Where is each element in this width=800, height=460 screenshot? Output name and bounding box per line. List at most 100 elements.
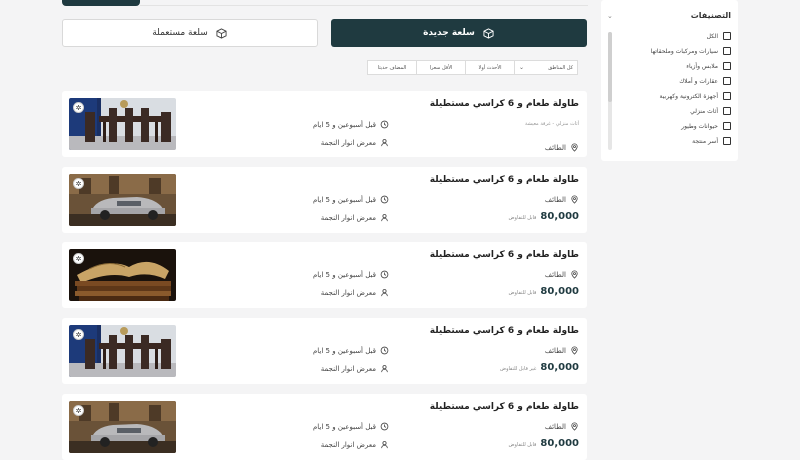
sidebar-scrollbar[interactable] bbox=[608, 32, 612, 150]
user-icon bbox=[380, 364, 389, 373]
listing-card[interactable]: ✲ طاولة طعام و 6 كراسي مستطيلة الطائف 80… bbox=[62, 394, 587, 460]
user-icon bbox=[380, 138, 389, 147]
category-label: ملابس وأزياء bbox=[686, 62, 718, 70]
location-pin-icon bbox=[570, 346, 579, 355]
sort-cheapest-button[interactable]: الأقل سعرا bbox=[416, 60, 466, 75]
listing-location: الطائف bbox=[545, 346, 579, 355]
listing-price: 80,000 قابل للتفاوض bbox=[509, 438, 579, 449]
favorite-icon[interactable]: ✲ bbox=[73, 102, 84, 113]
listing-card[interactable]: ✲ طاولة طعام و 6 كراسي مستطيلة الطائف 80… bbox=[62, 167, 587, 233]
favorite-icon[interactable]: ✲ bbox=[73, 253, 84, 264]
listing-image[interactable]: ✲ bbox=[69, 249, 176, 301]
listing-title[interactable]: طاولة طعام و 6 كراسي مستطيلة bbox=[430, 175, 579, 185]
listing-location-text: الطائف bbox=[544, 270, 566, 279]
location-pin-icon bbox=[570, 422, 579, 431]
scrollbar-thumb[interactable] bbox=[608, 32, 612, 102]
listing-image[interactable]: ✲ bbox=[69, 98, 176, 150]
category-productive-families[interactable]: أسر منتجة bbox=[692, 137, 731, 145]
favorite-icon[interactable]: ✲ bbox=[73, 405, 84, 416]
category-real-estate[interactable]: عقارات و أملاك bbox=[679, 77, 731, 85]
category-label: أسر منتجة bbox=[692, 137, 718, 145]
listing-seller[interactable]: معرض انوار النجمة bbox=[321, 364, 389, 373]
listing-title[interactable]: طاولة طعام و 6 كراسي مستطيلة bbox=[430, 250, 579, 260]
checkbox[interactable] bbox=[723, 32, 731, 40]
checkbox[interactable] bbox=[723, 77, 731, 85]
listing-seller-text: معرض انوار النجمة bbox=[320, 440, 376, 449]
listing-location-text: الطائف bbox=[544, 195, 566, 204]
favorite-icon[interactable]: ✲ bbox=[73, 329, 84, 340]
category-cars[interactable]: سيارات ومركبات وملحقاتها bbox=[651, 47, 731, 55]
listing-price: 80,000 غير قابل للتفاوض bbox=[500, 362, 579, 373]
category-label: عقارات و أملاك bbox=[679, 77, 718, 85]
listing-seller[interactable]: معرض انوار النجمة bbox=[321, 138, 389, 147]
listing-card[interactable]: ✲ طاولة طعام و 6 كراسي مستطيلة أثاث منزل… bbox=[62, 91, 587, 157]
category-label: أجهزة الكترونية وكهربية bbox=[659, 92, 718, 100]
price-note: قابل للتفاوض bbox=[508, 215, 537, 221]
categories-sidebar: التصنيفات ⌄ الكل سيارات ومركبات وملحقاته… bbox=[601, 0, 738, 161]
listing-time-text: قبل أسبوعين و 5 ايام bbox=[312, 422, 376, 431]
price-value: 80,000 bbox=[540, 211, 579, 222]
listing-time-text: قبل أسبوعين و 5 ايام bbox=[312, 195, 376, 204]
listing-time: قبل أسبوعين و 5 ايام bbox=[313, 120, 389, 129]
listing-image[interactable]: ✲ bbox=[69, 174, 176, 226]
clock-icon bbox=[380, 120, 389, 129]
clock-icon bbox=[380, 195, 389, 204]
listing-location: الطائف bbox=[545, 422, 579, 431]
region-select[interactable]: كل المناطق ⌄ bbox=[514, 60, 578, 75]
location-pin-icon bbox=[570, 270, 579, 279]
category-label: حيوانات وطيور bbox=[681, 122, 718, 130]
listing-card[interactable]: ✲ طاولة طعام و 6 كراسي مستطيلة الطائف 80… bbox=[62, 318, 587, 384]
category-fashion[interactable]: ملابس وأزياء bbox=[686, 62, 731, 70]
sort-recent-button[interactable]: المضاف حديثا bbox=[367, 60, 417, 75]
category-all[interactable]: الكل bbox=[707, 32, 731, 40]
listing-seller[interactable]: معرض انوار النجمة bbox=[321, 288, 389, 297]
listing-time-text: قبل أسبوعين و 5 ايام bbox=[312, 346, 376, 355]
favorite-icon[interactable]: ✲ bbox=[73, 178, 84, 189]
location-pin-icon bbox=[570, 195, 579, 204]
price-note: قابل للتفاوض bbox=[508, 290, 537, 296]
listing-location: الطائف bbox=[545, 270, 579, 279]
price-value: 80,000 bbox=[540, 438, 579, 449]
sort-newest-button[interactable]: الأحدث أولا bbox=[465, 60, 515, 75]
new-item-label: سلعة جديدة bbox=[423, 28, 475, 38]
listing-seller-text: معرض انوار النجمة bbox=[320, 288, 376, 297]
new-item-button[interactable]: سلعة جديدة bbox=[331, 19, 587, 47]
listing-seller[interactable]: معرض انوار النجمة bbox=[321, 213, 389, 222]
listing-time: قبل أسبوعين و 5 ايام bbox=[313, 422, 389, 431]
listing-price: 80,000 قابل للتفاوض bbox=[509, 211, 579, 222]
listing-title[interactable]: طاولة طعام و 6 كراسي مستطيلة bbox=[430, 326, 579, 336]
listing-time-text: قبل أسبوعين و 5 ايام bbox=[312, 270, 376, 279]
chevron-down-icon[interactable]: ⌄ bbox=[607, 12, 613, 20]
listing-title[interactable]: طاولة طعام و 6 كراسي مستطيلة bbox=[430, 99, 579, 109]
checkbox[interactable] bbox=[723, 137, 731, 145]
listing-time: قبل أسبوعين و 5 ايام bbox=[313, 195, 389, 204]
listing-seller[interactable]: معرض انوار النجمة bbox=[321, 440, 389, 449]
used-item-button[interactable]: سلعة مستعملة bbox=[62, 19, 318, 47]
checkbox[interactable] bbox=[723, 62, 731, 70]
previous-primary-button[interactable] bbox=[62, 0, 140, 6]
listing-image[interactable]: ✲ bbox=[69, 401, 176, 453]
category-label: الكل bbox=[706, 32, 718, 40]
listing-location: الطائف bbox=[545, 143, 579, 152]
listing-seller-text: معرض انوار النجمة bbox=[320, 213, 376, 222]
listing-subcategory: أثاث منزلي - غرفة معيشة bbox=[525, 121, 579, 127]
listing-location-text: الطائف bbox=[544, 346, 566, 355]
price-note: قابل للتفاوض bbox=[508, 442, 537, 448]
category-label: سيارات ومركبات وملحقاتها bbox=[650, 47, 718, 55]
checkbox[interactable] bbox=[723, 107, 731, 115]
category-label: أثاث منزلي bbox=[690, 107, 718, 115]
listing-image[interactable]: ✲ bbox=[69, 325, 176, 377]
listing-title[interactable]: طاولة طعام و 6 كراسي مستطيلة bbox=[430, 402, 579, 412]
listing-location-text: الطائف bbox=[544, 422, 566, 431]
checkbox[interactable] bbox=[723, 92, 731, 100]
checkbox[interactable] bbox=[723, 122, 731, 130]
category-furniture[interactable]: أثاث منزلي bbox=[690, 107, 731, 115]
listing-card[interactable]: ✲ طاولة طعام و 6 كراسي مستطيلة الطائف 80… bbox=[62, 242, 587, 308]
sort-bar: كل المناطق ⌄ الأحدث أولا الأقل سعرا المض… bbox=[367, 60, 578, 75]
category-animals[interactable]: حيوانات وطيور bbox=[681, 122, 731, 130]
listing-location: الطائف bbox=[545, 195, 579, 204]
checkbox[interactable] bbox=[723, 47, 731, 55]
price-value: 80,000 bbox=[540, 362, 579, 373]
price-value: 80,000 bbox=[540, 286, 579, 297]
category-electronics[interactable]: أجهزة الكترونية وكهربية bbox=[660, 92, 731, 100]
